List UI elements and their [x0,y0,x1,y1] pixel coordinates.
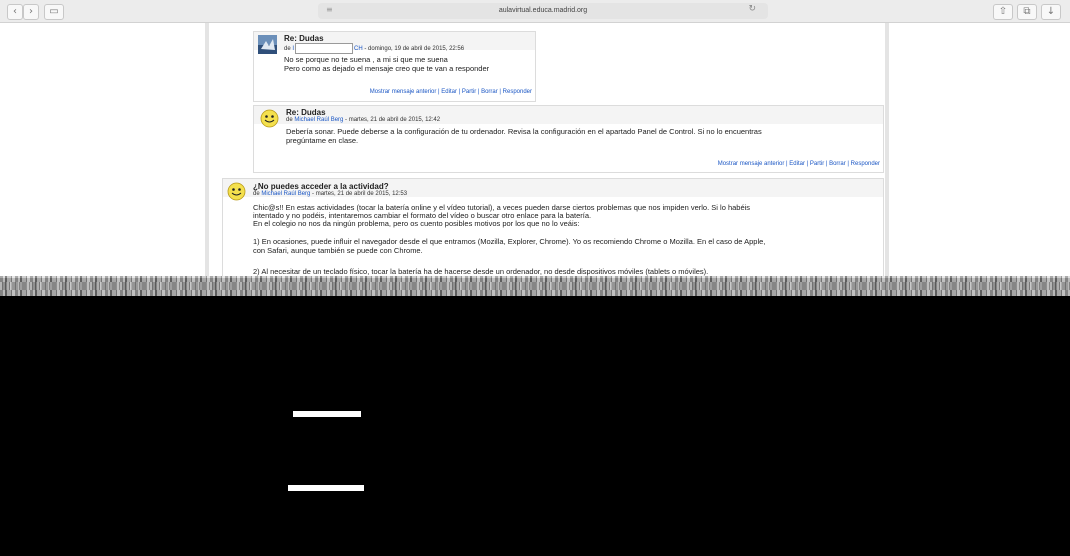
user-photo-avatar [258,35,277,54]
post-line: Pero como as dejado el mensaje creo que … [284,64,490,73]
white-bar [288,485,364,491]
tabs-button[interactable]: ⧉ [1017,4,1037,20]
post-line: No se porque no te suena , a mi si que m… [284,55,448,64]
post-date: - domingo, 19 de abril de 2015, 22:56 [362,46,465,53]
post-byline: de I CH - domingo, 19 de abril de 2015, 2… [284,43,464,54]
author-link[interactable]: Michael Raúl Berg [294,117,343,123]
post-line: con Safari, aunque también se puede con … [253,246,423,255]
post-commands[interactable]: Mostrar mensaje anterior | Editar | Part… [718,161,880,167]
post-line: 1) En ocasiones, puede influir el navega… [253,237,766,246]
post-byline: de Michael Raúl Berg - martes, 21 de abr… [253,191,407,197]
page-content: Re: Dudas de I CH - domingo, 19 de abril … [0,23,1070,278]
back-button[interactable]: ‹ [7,4,23,20]
post-subject: Re: Dudas [284,34,324,43]
smiley-avatar [227,182,246,201]
author-link[interactable]: Michael Raúl Berg [261,191,310,197]
forum-post: ¿No puedes acceder a la actividad? de Mi… [222,178,884,278]
post-date: - martes, 21 de abril de 2015, 12:53 [310,191,408,197]
share-button[interactable]: ⇧ [993,4,1013,20]
reload-icon[interactable]: ↻ [748,4,756,14]
white-bar [293,411,361,417]
redacted-name [295,43,354,54]
post-line: Debería sonar. Puede deberse a la config… [286,127,762,136]
post-subject: ¿No puedes acceder a la actividad? [253,182,389,191]
sidebar-button[interactable]: ▭ [44,4,64,20]
author-link[interactable]: I [292,46,294,52]
browser-toolbar: ‹ › ▭ ≡ aulavirtual.educa.madrid.org ↻ ⇧… [0,0,1070,23]
author-link[interactable]: CH [354,46,363,52]
post-line: En el colegio no nos da ningún problema,… [253,219,580,228]
post-byline: de Michael Raúl Berg - martes, 21 de abr… [286,117,440,123]
downloads-button[interactable]: ↓ [1041,4,1061,20]
smiley-avatar [260,109,279,128]
left-border [205,23,209,278]
forum-post: Re: Dudas de I CH - domingo, 19 de abril … [253,31,536,102]
post-subject: Re: Dudas [286,108,326,117]
post-line: 2) Al necesitar de un teclado físico, to… [253,267,709,276]
post-commands[interactable]: Mostrar mensaje anterior | Editar | Part… [370,89,532,95]
forum-post: Re: Dudas de Michael Raúl Berg - martes,… [253,105,884,173]
forward-button[interactable]: › [23,4,39,20]
right-border [885,23,889,278]
url-text: aulavirtual.educa.madrid.org [498,7,588,14]
post-date: - martes, 21 de abril de 2015, 12:42 [343,117,441,123]
address-bar[interactable]: ≡ aulavirtual.educa.madrid.org ↻ [318,3,768,19]
corrupted-band [0,282,1070,290]
post-line: pregúntame en clase. [286,136,359,145]
